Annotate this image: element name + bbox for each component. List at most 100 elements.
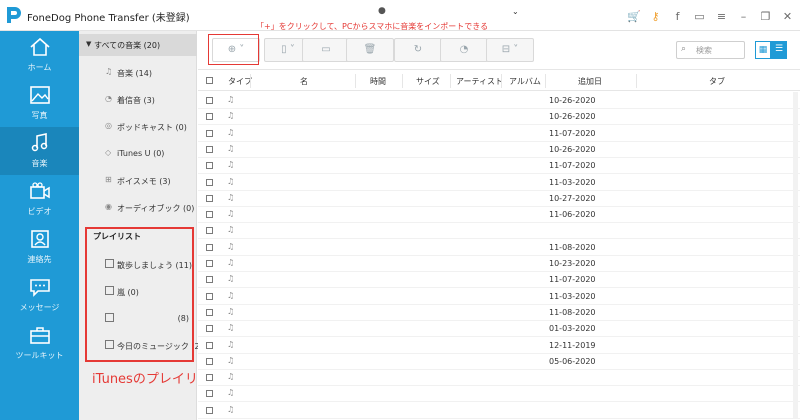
monitor-icon: ▭ xyxy=(321,44,331,55)
category-ringtones[interactable]: ◔ 着信音 (3) xyxy=(79,91,197,109)
row-checkbox[interactable] xyxy=(206,308,213,316)
table-row[interactable]: ♫ xyxy=(198,386,800,403)
table-row[interactable]: ♫ 10-27-2020 xyxy=(198,191,800,207)
column-divider xyxy=(402,74,403,88)
category-podcasts[interactable]: ◎ ポッドキャスト (0) xyxy=(79,118,197,136)
menu-icon[interactable]: ≡ xyxy=(715,10,728,23)
nav-label: メッセージ xyxy=(19,303,60,312)
toolbox-button[interactable]: ⊟ ˅ xyxy=(486,38,534,62)
list-view-button[interactable]: ☰ xyxy=(771,41,787,59)
nav-contacts[interactable]: 連絡先 xyxy=(0,223,79,271)
minimize-icon[interactable]: – xyxy=(737,10,750,23)
grid-view-button[interactable]: ▦ xyxy=(755,41,771,59)
row-checkbox[interactable] xyxy=(206,390,213,398)
bell-icon: ◔ xyxy=(105,94,112,103)
table-row[interactable]: ♫ 01-03-2020 xyxy=(198,321,800,338)
row-checkbox[interactable] xyxy=(206,341,213,349)
search-icon: ⌕ xyxy=(681,44,687,54)
table-row[interactable]: ♫ 11-03-2020 xyxy=(198,289,800,305)
category-music[interactable]: ♫ 音楽 (14) xyxy=(79,64,197,82)
column-date-added[interactable]: 追加日 xyxy=(578,76,602,87)
row-checkbox[interactable] xyxy=(206,406,213,414)
device-selector[interactable]: ● ⌄ xyxy=(374,6,524,20)
chat-icon[interactable]: ▭ xyxy=(693,10,706,23)
row-checkbox[interactable] xyxy=(206,243,213,251)
table-row[interactable]: ♫ 05-06-2020 xyxy=(198,354,800,370)
music-note-icon: ♫ xyxy=(227,290,235,300)
row-checkbox[interactable] xyxy=(206,194,213,202)
category-voice-memos[interactable]: ⊞ ボイスメモ (3) xyxy=(79,172,197,190)
key-icon[interactable]: ⚷ xyxy=(649,10,662,23)
column-type[interactable]: タイプ xyxy=(228,76,252,87)
row-checkbox[interactable] xyxy=(206,260,213,267)
scrollbar[interactable] xyxy=(793,92,798,418)
date-added-cell: 01-03-2020 xyxy=(549,324,596,334)
table-row[interactable]: ♫ 10-23-2020 xyxy=(198,256,800,272)
table-row[interactable]: ♫ 11-03-2020 xyxy=(198,175,800,191)
table-row[interactable]: ♫ 11-08-2020 xyxy=(198,305,800,321)
window-controls: 🛒 ⚷ f ▭ ≡ – ❐ ✕ xyxy=(627,8,794,24)
nav-video[interactable]: ビデオ xyxy=(0,175,79,223)
row-checkbox[interactable] xyxy=(206,97,213,104)
table-row[interactable]: ♫ xyxy=(198,370,800,387)
nav-label: ホーム xyxy=(27,63,52,72)
row-checkbox[interactable] xyxy=(206,374,213,382)
table-row[interactable]: ♫ xyxy=(198,403,800,419)
cart-icon[interactable]: 🛒 xyxy=(627,10,641,23)
table-row[interactable]: ♫ 10-26-2020 xyxy=(198,93,800,109)
row-checkbox[interactable] xyxy=(206,162,213,170)
facebook-icon[interactable]: f xyxy=(671,10,684,23)
row-checkbox[interactable] xyxy=(206,129,213,137)
row-checkbox[interactable] xyxy=(206,227,213,235)
nav-photos[interactable]: 写真 xyxy=(0,79,79,127)
nav-toolkit[interactable]: ツールキット xyxy=(0,319,79,367)
category-audiobooks[interactable]: ◉ オーディオブック (0) xyxy=(79,199,197,217)
column-album[interactable]: アルバム xyxy=(509,76,541,87)
row-checkbox[interactable] xyxy=(206,357,213,365)
table-row[interactable]: ♫ 11-07-2020 xyxy=(198,126,800,142)
nav-music[interactable]: 音楽 xyxy=(0,127,79,175)
to-pc-button[interactable]: ▭ xyxy=(302,38,350,62)
music-note-icon: ♫ xyxy=(227,192,235,202)
table-row[interactable]: ♫ 12-11-2019 xyxy=(198,338,800,354)
table-row[interactable]: ♫ 11-07-2020 xyxy=(198,272,800,289)
search-box[interactable]: ⌕ 検索 xyxy=(676,41,745,59)
nav-home[interactable]: ホーム xyxy=(0,31,79,79)
music-note-icon: ♫ xyxy=(227,209,235,219)
table-row[interactable]: ♫ 10-26-2020 xyxy=(198,142,800,158)
toolbar: ⊕ ˅ ▯ ˅ ▭ 🗑 ↻ ◔ ⊟ ˅ ⌕ 検索 ▦ ☰ xyxy=(198,31,800,69)
nav-label: 写真 xyxy=(31,111,48,120)
row-checkbox[interactable] xyxy=(206,178,213,186)
select-all-checkbox[interactable] xyxy=(206,77,213,84)
restore-icon[interactable]: ❐ xyxy=(759,10,772,23)
row-checkbox[interactable] xyxy=(206,145,213,153)
column-size[interactable]: サイズ xyxy=(416,76,440,87)
nav-messages[interactable]: メッセージ xyxy=(0,271,79,319)
column-artist[interactable]: アーティスト xyxy=(456,76,503,87)
row-checkbox[interactable] xyxy=(206,113,213,121)
column-tab[interactable]: タブ xyxy=(709,76,725,87)
row-checkbox[interactable] xyxy=(206,211,213,219)
row-checkbox[interactable] xyxy=(206,292,213,300)
message-icon xyxy=(30,279,50,297)
ringtone-button[interactable]: ◔ xyxy=(440,38,488,62)
table-row[interactable]: ♫ xyxy=(198,223,800,240)
refresh-button[interactable]: ↻ xyxy=(394,38,442,62)
row-checkbox[interactable] xyxy=(206,276,213,284)
table-row[interactable]: ♫ 11-08-2020 xyxy=(198,240,800,256)
audiobook-icon: ◉ xyxy=(105,202,112,211)
close-icon[interactable]: ✕ xyxy=(781,10,794,23)
table-row[interactable]: ♫ 11-06-2020 xyxy=(198,207,800,224)
column-time[interactable]: 時間 xyxy=(370,76,386,87)
row-checkbox[interactable] xyxy=(206,325,213,333)
all-music-header[interactable]: ▼ すべての音楽 (20) xyxy=(79,34,197,56)
category-itunes-u[interactable]: ◇ iTunes U (0) xyxy=(79,145,197,163)
date-added-cell: 05-06-2020 xyxy=(549,356,596,366)
table-row[interactable]: ♫ 10-26-2020 xyxy=(198,109,800,126)
table-row[interactable]: ♫ 11-07-2020 xyxy=(198,158,800,175)
column-name[interactable]: 名 xyxy=(300,76,308,87)
delete-button[interactable]: 🗑 xyxy=(346,38,394,62)
playlist-highlight-box xyxy=(85,227,194,362)
photo-icon xyxy=(30,86,50,104)
fonedog-logo xyxy=(7,7,21,23)
